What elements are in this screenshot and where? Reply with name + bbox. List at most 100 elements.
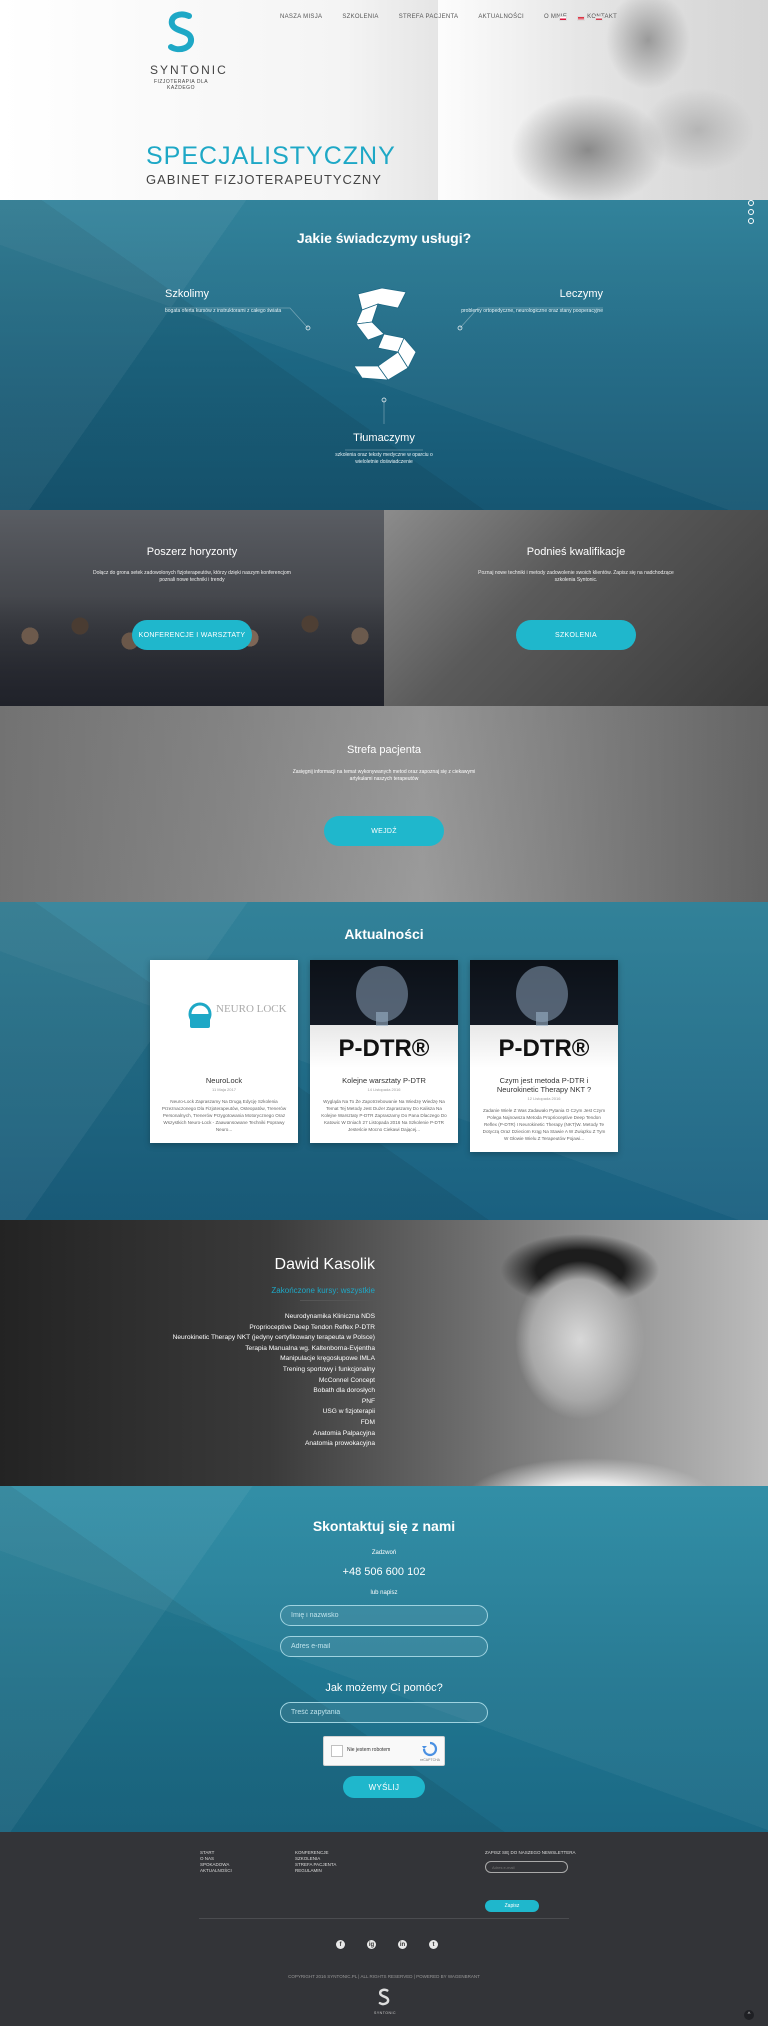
facebook-icon[interactable]: f (336, 1940, 345, 1949)
footer-links-1: START O NAS SPOKADOWA AKTUALNOŚCI (200, 1850, 232, 1874)
newsletter-submit-button[interactable]: Zapisz (485, 1900, 539, 1912)
news-section: Aktualności NEURO LOCK NeuroLock 11 Maja… (0, 902, 768, 1220)
hero-title: SPECJALISTYCZNY (146, 142, 396, 170)
conferences-button[interactable]: KONFERENCJE I WARSZTATY (132, 620, 252, 650)
flag-de-icon[interactable] (595, 16, 603, 21)
cta-trainings: Podnieś kwalifikacje Poznaj nowe technik… (384, 510, 768, 706)
social-links: f ig in t (336, 1940, 438, 1949)
language-switcher (559, 16, 603, 21)
patient-photo (0, 706, 768, 902)
footer: START O NAS SPOKADOWA AKTUALNOŚCI KONFER… (0, 1832, 768, 2026)
footer-links-2: KONFERENCJE SZKOLENIA STREFA PACJENTA RE… (295, 1850, 336, 1874)
flag-en-icon[interactable] (577, 16, 585, 21)
service-translate-text: szkolenia oraz teksty medyczne w oparciu… (335, 452, 433, 465)
newsletter: ZAPISZ SIĘ DO NASZEGO NEWSLETTERA Zapisz (485, 1850, 595, 1912)
nav-item-news[interactable]: AKTUALNOŚCI (478, 14, 524, 20)
logo-tagline: FIZJOTERAPIA DLA KAŻDEGO (153, 79, 209, 91)
logo-name: SYNTONIC (150, 63, 228, 77)
message-field[interactable] (280, 1702, 488, 1723)
recaptcha-brand: reCAPTCHA (420, 1758, 440, 1762)
news-card-image: P-DTR® (310, 960, 458, 1068)
instagram-icon[interactable]: ig (367, 1940, 376, 1949)
flag-pl-icon[interactable] (559, 16, 567, 21)
pagination-dot[interactable] (748, 209, 754, 215)
news-title: Aktualności (344, 926, 424, 942)
news-card-excerpt: Neuro-Lock Zapraszamy Na Drugą Edycję Sz… (161, 1099, 287, 1132)
logo-s-icon (168, 11, 194, 53)
service-train-text: bogata oferta kursów z instruktorami z c… (165, 308, 282, 314)
email-field[interactable] (280, 1636, 488, 1657)
profile-name: Dawid Kasolik (274, 1256, 375, 1273)
news-card-excerpt: Zadanie Wiele Z Was Zadawało Pytania O C… (482, 1108, 606, 1141)
recaptcha-checkbox[interactable] (331, 1745, 343, 1757)
twitter-icon[interactable]: t (429, 1940, 438, 1949)
name-field[interactable] (280, 1605, 488, 1626)
footer-logo[interactable]: SYNTONIC (374, 1988, 397, 2015)
cta-section: Poszerz horyzonty Dołącz do grona setek … (0, 510, 768, 706)
course-item: McConnel Concept (318, 1376, 375, 1384)
scroll-to-top-button[interactable]: ^ (744, 2010, 754, 2020)
trainings-button[interactable]: SZKOLENIA (516, 620, 636, 650)
nav-item-mission[interactable]: NASZA MISJA (280, 14, 322, 20)
neurolock-wordmark: NEURO LOCK (216, 1003, 287, 1015)
pdtr-wordmark: P-DTR® (338, 1035, 429, 1062)
profile-subtitle: Zakończone kursy: wszystkie (271, 1286, 375, 1295)
news-card[interactable]: NEURO LOCK NeuroLock 11 Maja 2017 Neuro-… (150, 960, 298, 1143)
nav-item-trainings[interactable]: SZKOLENIA (342, 14, 378, 20)
audience-photo (0, 596, 384, 706)
service-translate-heading: Tłumaczymy (353, 432, 415, 444)
course-item: Manipulacje kręgosłupowe IMLA (280, 1355, 375, 1363)
patient-zone-section: Strefa pacjenta Zasięgnij informacji na … (0, 706, 768, 902)
recaptcha-icon (422, 1741, 438, 1757)
cta-conferences-text: Dołącz do grona setek zadowolonych fizjo… (93, 570, 291, 583)
logo[interactable]: SYNTONIC FIZJOTERAPIA DLA KAŻDEGO (150, 10, 228, 91)
course-item: Bobath dla dorosłych (313, 1387, 375, 1395)
course-item: Proprioceptive Deep Tendon Reflex P-DTR (249, 1323, 375, 1331)
course-item: Trening sportowy i funkcjonalny (282, 1365, 375, 1373)
hero-section: SYNTONIC FIZJOTERAPIA DLA KAŻDEGO NASZA … (0, 0, 768, 200)
course-item: USG w fizjoterapii (322, 1408, 375, 1416)
send-button[interactable]: WYŚLIJ (343, 1776, 425, 1798)
pagination-dot[interactable] (748, 200, 754, 206)
profile-section: Dawid Kasolik Zakończone kursy: wszystki… (0, 1220, 768, 1486)
patient-zone-heading: Strefa pacjenta (347, 744, 421, 756)
pagination-dot[interactable] (748, 218, 754, 224)
news-card-date: 14 Listopada 2016 (367, 1087, 401, 1092)
polygon-s-logo-icon (353, 287, 417, 381)
call-label: Zadzwoń (371, 1550, 397, 1556)
recaptcha-widget: Nie jestem robotem reCAPTCHA (323, 1736, 445, 1766)
newsletter-email-field[interactable] (485, 1861, 568, 1873)
course-item: Terapia Manualna wg. Kaltenborna-Evjenth… (245, 1344, 375, 1352)
cta-conferences-heading: Poszerz horyzonty (146, 546, 238, 558)
course-item: FDM (360, 1418, 375, 1426)
services-section: Jakie świadczymy usługi? Szkolimy bogata… (0, 200, 768, 510)
nav-item-patient-zone[interactable]: STREFA PACJENTA (399, 14, 459, 20)
news-card-title: Kolejne warsztaty P-DTR (342, 1076, 426, 1085)
linkedin-icon[interactable]: in (398, 1940, 407, 1949)
news-card[interactable]: P-DTR® Kolejne warsztaty P-DTR 14 Listop… (310, 960, 458, 1143)
service-train: Szkolimy bogata oferta kursów z instrukt… (165, 288, 315, 315)
news-card-title: NeuroLock (205, 1076, 243, 1085)
service-translate: Tłumaczymy szkolenia oraz teksty medyczn… (330, 432, 438, 466)
divider (199, 1918, 569, 1919)
contact-section: Skontaktuj się z nami Zadzwoń +48 506 60… (0, 1486, 768, 1832)
service-train-heading: Szkolimy (165, 288, 210, 300)
footer-logo-name: SYNTONIC (374, 2011, 397, 2015)
news-card-image: NEURO LOCK (150, 960, 298, 1068)
footer-link[interactable]: REGULAMIN (295, 1868, 336, 1874)
news-card-date: 12 Listopada 2016 (527, 1096, 561, 1101)
footer-link[interactable]: AKTUALNOŚCI (200, 1868, 232, 1874)
contact-title: Skontaktuj się z nami (312, 1518, 456, 1534)
enter-button[interactable]: WEJDŹ (324, 816, 444, 846)
cta-trainings-heading: Podnieś kwalifikacje (526, 546, 626, 558)
news-card-image: P-DTR® (470, 960, 618, 1068)
side-pagination (748, 200, 754, 227)
recaptcha-label: Nie jestem robotem (347, 1747, 391, 1753)
courses-list: Neurodynamika Kliniczna NDS Propriocepti… (120, 1312, 375, 1450)
copyright: COPYRIGHT 2016 SYNTONIC.PL | ALL RIGHTS … (288, 1974, 480, 1979)
news-card-date: 11 Maja 2017 (212, 1087, 236, 1092)
news-card-excerpt: Wygląda Na To Że Zapotrzebowanie Na Wied… (321, 1099, 447, 1132)
news-card[interactable]: P-DTR® Czym jest metoda P-DTR i Neurokin… (470, 960, 618, 1152)
xray-skull-icon: P-DTR® (498, 966, 590, 1062)
phone-number[interactable]: +48 506 600 102 (0, 1566, 768, 1578)
